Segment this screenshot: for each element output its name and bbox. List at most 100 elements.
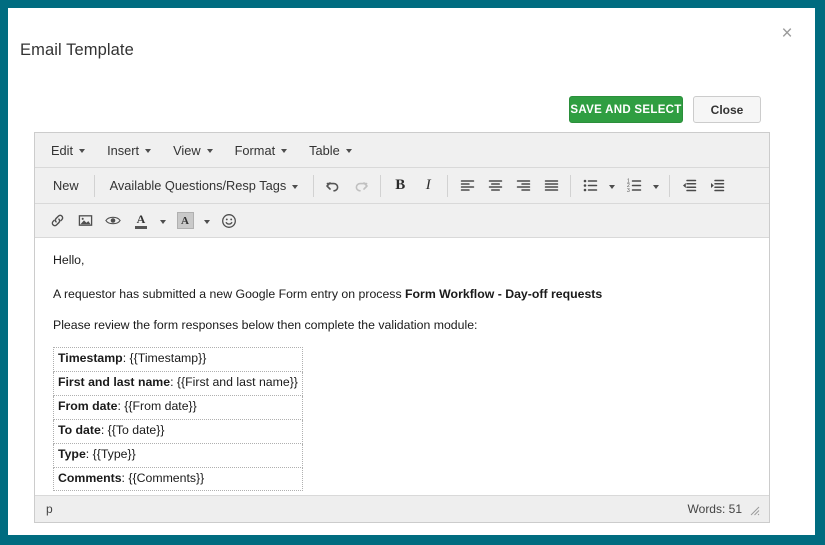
editor-toolbar-primary: New Available Questions/Resp Tags B I 1 … (35, 168, 769, 204)
chevron-down-icon (281, 149, 288, 153)
align-left-icon[interactable] (453, 173, 481, 199)
cancel-button[interactable]: Close (693, 96, 761, 123)
align-justify-icon[interactable] (537, 173, 565, 199)
image-icon[interactable] (71, 208, 99, 234)
menu-view[interactable]: View (162, 138, 224, 163)
toolbar-divider (447, 174, 449, 197)
table-row: To date: {{To date}} (53, 418, 303, 444)
field-label: Type (58, 446, 86, 461)
redo-icon[interactable] (347, 173, 375, 199)
background-color-icon[interactable]: A (171, 208, 199, 234)
preview-eye-icon[interactable] (99, 208, 127, 234)
menu-format-label: Format (234, 142, 276, 158)
toolbar-divider (669, 174, 671, 197)
toolbar-divider (93, 174, 95, 197)
table-cell-timestamp: Timestamp: {{Timestamp}} (53, 347, 303, 373)
table-cell-comments: Comments: {{Comments}} (53, 466, 303, 492)
outdent-icon[interactable] (675, 173, 703, 199)
available-tags-dropdown[interactable]: Available Questions/Resp Tags (100, 173, 309, 198)
background-color-options-icon[interactable] (199, 208, 215, 234)
indent-icon[interactable] (703, 173, 731, 199)
align-center-icon[interactable] (481, 173, 509, 199)
table-row: From date: {{From date}} (53, 395, 303, 420)
field-tag: {{To date}} (107, 422, 165, 437)
bullet-list-icon[interactable] (576, 173, 604, 199)
element-path[interactable]: p (46, 502, 53, 516)
menu-table[interactable]: Table (298, 138, 363, 163)
background-color-label: A (181, 214, 189, 227)
chevron-down-icon (653, 184, 660, 189)
field-tag: {{Comments}} (128, 470, 205, 485)
text-color-icon[interactable]: A (127, 208, 155, 234)
table-row: Comments: {{Comments}} (53, 466, 303, 492)
field-label: Timestamp (58, 351, 123, 366)
chevron-down-icon (292, 184, 299, 189)
new-button[interactable]: New (43, 173, 89, 198)
table-cell-from-date: From date: {{From date}} (53, 395, 303, 420)
new-button-label: New (53, 178, 79, 193)
table-row: Timestamp: {{Timestamp}} (53, 347, 303, 373)
editor-content-area[interactable]: Hello, A requestor has submitted a new G… (35, 238, 769, 495)
chevron-down-icon (204, 219, 210, 224)
menu-table-label: Table (309, 142, 340, 158)
page-title: Email Template (20, 41, 134, 59)
text-color-swatch (135, 225, 147, 229)
rich-text-editor: Edit Insert View Format Table New Availa… (34, 132, 770, 523)
numbered-list-options-icon[interactable] (648, 173, 664, 199)
email-template-modal: × Email Template SAVE AND SELECT Close E… (8, 8, 815, 535)
undo-icon[interactable] (319, 173, 347, 199)
resize-grip-icon[interactable] (750, 505, 760, 516)
toolbar-divider (570, 174, 572, 197)
app-window: × Email Template SAVE AND SELECT Close E… (0, 0, 825, 545)
statusbar-right: Words: 51 (688, 502, 760, 516)
text-color-options-icon[interactable] (155, 208, 171, 234)
editor-menubar: Edit Insert View Format Table (35, 133, 769, 168)
field-label: To date (58, 422, 101, 437)
bullet-list-options-icon[interactable] (604, 173, 620, 199)
field-tag: {{From date}} (124, 399, 197, 414)
menu-format[interactable]: Format (224, 138, 299, 163)
menu-edit-label: Edit (51, 142, 74, 158)
toolbar-divider (313, 174, 315, 197)
close-icon[interactable]: × (777, 24, 797, 44)
text-color-label: A (136, 211, 146, 226)
italic-button[interactable]: I (414, 173, 442, 199)
save-and-select-button[interactable]: SAVE AND SELECT (569, 96, 683, 123)
greeting-paragraph: Hello, (53, 253, 85, 267)
field-tag: {{First and last name}} (176, 375, 298, 390)
editor-statusbar: p Words: 51 (35, 495, 769, 522)
field-tag: {{Type}} (92, 446, 136, 461)
menu-insert-label: Insert (107, 142, 140, 158)
available-tags-label: Available Questions/Resp Tags (109, 178, 287, 193)
chevron-down-icon (79, 149, 86, 153)
chevron-down-icon (345, 149, 352, 153)
merge-tag-table: Timestamp: {{Timestamp}} First and last … (53, 347, 303, 492)
emoticon-icon[interactable] (215, 208, 243, 234)
undo-glyph (326, 181, 339, 192)
editor-toolbar-secondary: A A (35, 204, 769, 238)
numbered-list-icon[interactable]: 123 (620, 173, 648, 199)
instruction-paragraph: Please review the form responses below t… (53, 317, 478, 332)
toolbar-divider (380, 174, 382, 197)
bold-icon: B (395, 177, 406, 193)
field-label: Comments (58, 470, 122, 485)
redo-glyph (355, 181, 369, 192)
menu-view-label: View (173, 142, 201, 158)
svg-text:3: 3 (627, 188, 630, 193)
table-cell-to-date: To date: {{To date}} (53, 418, 303, 444)
modal-action-bar: SAVE AND SELECT Close (569, 96, 761, 123)
chevron-down-icon (206, 149, 213, 153)
italic-icon: I (425, 177, 431, 193)
chevron-down-icon (609, 184, 616, 189)
menu-insert[interactable]: Insert (96, 138, 162, 163)
bold-button[interactable]: B (386, 173, 414, 199)
table-cell-name: First and last name: {{First and last na… (53, 371, 303, 397)
chevron-down-icon (160, 219, 166, 224)
menu-edit[interactable]: Edit (40, 138, 96, 163)
table-row: First and last name: {{First and last na… (53, 371, 303, 397)
link-icon[interactable] (43, 208, 71, 234)
process-name: Form Workflow - Day-off requests (405, 286, 603, 301)
chevron-down-icon (145, 149, 152, 153)
align-right-icon[interactable] (509, 173, 537, 199)
field-tag: {{Timestamp}} (129, 351, 207, 366)
